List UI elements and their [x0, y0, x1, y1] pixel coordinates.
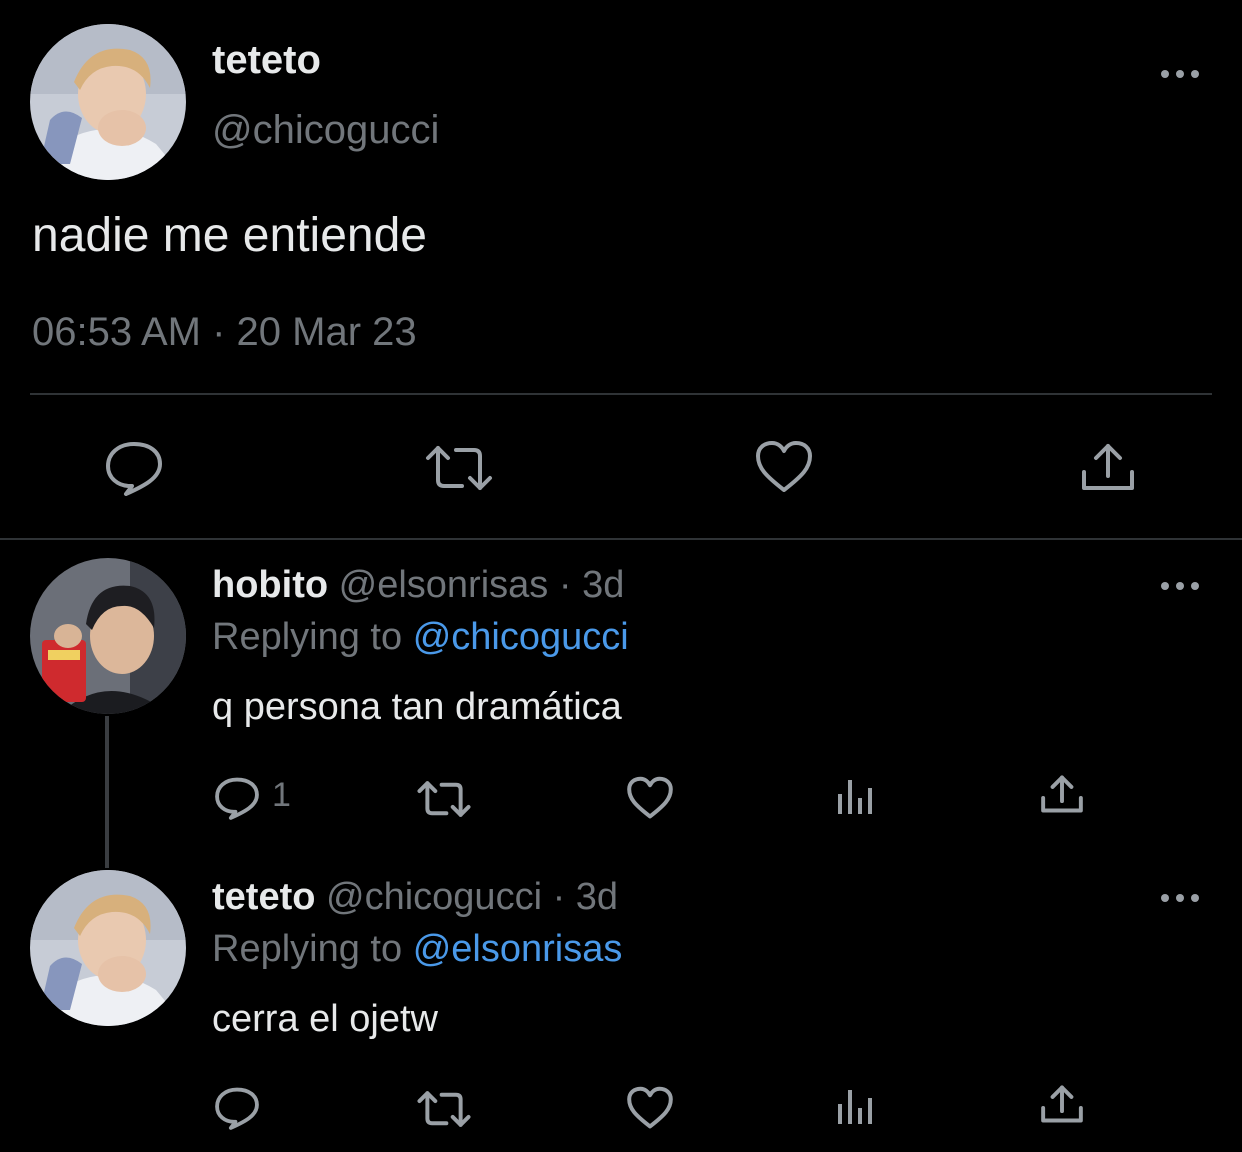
like-icon[interactable]: [754, 440, 814, 494]
reply-1-reply-count: 1: [272, 776, 291, 814]
reply-icon[interactable]: [214, 776, 260, 820]
reply-2-replying-handle[interactable]: @elsonrisas: [413, 928, 623, 970]
reply-2-text: cerra el ojetw: [212, 998, 438, 1040]
reply-1-display-name[interactable]: hobito: [212, 564, 328, 606]
share-icon[interactable]: [1040, 774, 1084, 814]
section-divider: [0, 538, 1242, 540]
reply-1-separator: ·: [558, 564, 572, 606]
reply-1-replying-handle[interactable]: @chicogucci: [413, 616, 629, 658]
main-display-name[interactable]: teteto: [212, 38, 321, 83]
analytics-icon[interactable]: [836, 776, 876, 816]
divider: [30, 393, 1212, 395]
like-icon[interactable]: [626, 1086, 674, 1130]
avatar-hobito[interactable]: [30, 558, 186, 714]
reply-1-text: q persona tan dramática: [212, 686, 622, 728]
reply-2-age[interactable]: 3d: [576, 876, 618, 918]
reply-1-replying-to: Replying to @chicogucci: [212, 616, 629, 659]
reply-icon[interactable]: [214, 1086, 260, 1130]
more-dots-icon[interactable]: [1160, 890, 1200, 906]
reply-1-handle[interactable]: @elsonrisas: [339, 564, 549, 606]
reply-2-replying-to: Replying to @elsonrisas: [212, 928, 622, 971]
main-timestamp[interactable]: 06:53 AM · 20 Mar 23: [32, 310, 417, 355]
reply-1-replying-label: Replying to: [212, 616, 403, 658]
avatar-teteto[interactable]: [30, 24, 186, 180]
analytics-icon[interactable]: [836, 1086, 876, 1126]
reply-2-handle[interactable]: @chicogucci: [326, 876, 542, 918]
like-icon[interactable]: [626, 776, 674, 820]
main-handle[interactable]: @chicogucci: [212, 108, 439, 153]
reply-1-age[interactable]: 3d: [582, 564, 624, 606]
main-tweet-text: nadie me entiende: [32, 209, 427, 262]
reply-1-header: hobito @elsonrisas · 3d: [212, 564, 624, 607]
reply-icon[interactable]: [104, 440, 164, 496]
share-icon[interactable]: [1040, 1084, 1084, 1124]
more-dots-icon[interactable]: [1160, 578, 1200, 594]
retweet-icon[interactable]: [416, 780, 472, 818]
retweet-icon[interactable]: [424, 444, 494, 492]
reply-2-separator: ·: [552, 876, 566, 918]
thread-line: [105, 716, 109, 868]
reply-2-display-name[interactable]: teteto: [212, 876, 315, 918]
avatar-teteto[interactable]: [30, 870, 186, 1026]
reply-2-header: teteto @chicogucci · 3d: [212, 876, 618, 919]
share-icon[interactable]: [1080, 442, 1136, 492]
more-dots-icon[interactable]: [1160, 66, 1200, 82]
reply-2-replying-label: Replying to: [212, 928, 403, 970]
retweet-icon[interactable]: [416, 1090, 472, 1128]
